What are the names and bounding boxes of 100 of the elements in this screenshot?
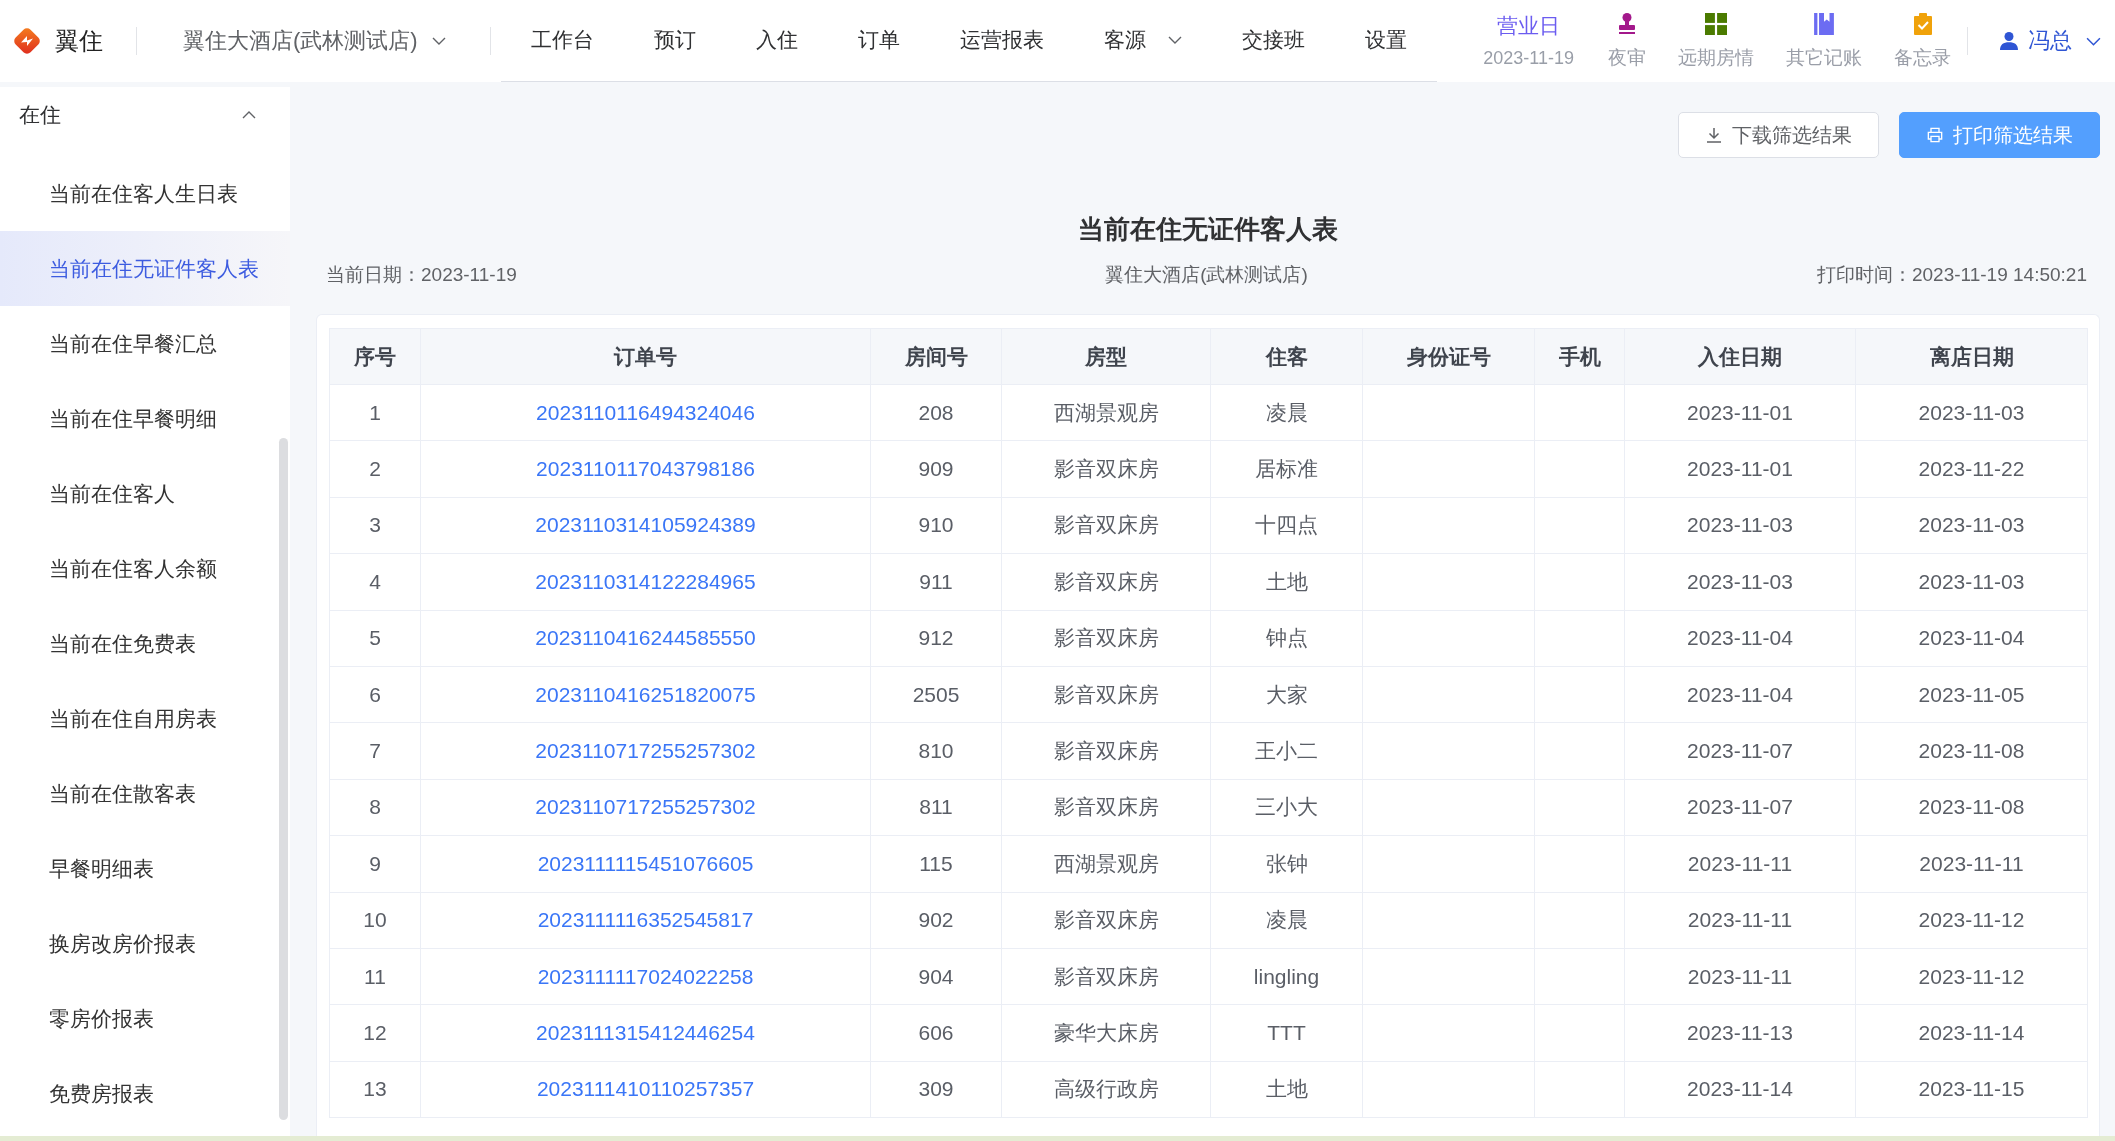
table-cell: 三小大 (1210, 779, 1363, 836)
table-cell: 6 (329, 666, 421, 723)
brand-name: 翼住 (55, 26, 103, 56)
table-cell: 10 (329, 892, 421, 949)
table-cell: 大家 (1210, 666, 1363, 723)
order-link[interactable]: 2023111315412446254 (536, 1021, 755, 1044)
sidebar-item[interactable]: 当前在住散客表 (0, 756, 290, 831)
sidebar-item[interactable]: 当前在住客人余额 (0, 531, 290, 606)
table-cell: 张钟 (1210, 835, 1363, 892)
column-header: 离店日期 (1855, 328, 2088, 385)
table-cell: 2023-11-11 (1624, 835, 1856, 892)
nav-item[interactable]: 预订 (623, 0, 726, 81)
table-cell: 西湖景观房 (1001, 384, 1211, 441)
sidebar-item[interactable]: 当前在住免费表 (0, 606, 290, 681)
user-menu[interactable]: 冯总 (2000, 26, 2101, 56)
table-cell: 208 (870, 384, 1002, 441)
table-cell: 1 (329, 384, 421, 441)
table-cell: 2023-11-05 (1855, 666, 2088, 723)
nav-item[interactable]: 运营报表 (929, 0, 1074, 81)
table-cell: 2023-11-11 (1624, 892, 1856, 949)
report-title: 当前在住无证件客人表 (1077, 213, 1339, 246)
sidebar-item[interactable]: 当前在住客人 (0, 456, 290, 531)
sidebar-item[interactable]: 当前在住早餐汇总 (0, 306, 290, 381)
table-cell: 2023-11-03 (1855, 384, 2088, 441)
table-cell: 12 (329, 1004, 421, 1062)
table-cell: 2023-11-08 (1855, 779, 2088, 836)
nav-item[interactable]: 入住 (725, 0, 828, 81)
column-header: 序号 (329, 328, 421, 385)
table-cell: 9 (329, 835, 421, 892)
table-cell: 8 (329, 779, 421, 836)
sidebar-item[interactable]: 当前在住早餐明细 (0, 381, 290, 456)
scrollbar-thumb[interactable] (279, 438, 288, 1120)
table-cell: 影音双床房 (1001, 892, 1211, 949)
download-button[interactable]: 下载筛选结果 (1678, 112, 1879, 158)
table-cell: 凌晨 (1210, 384, 1363, 441)
table-cell: 2023-11-07 (1624, 722, 1856, 780)
table-cell: 居标准 (1210, 440, 1363, 498)
table-cell: 2023-11-15 (1855, 1061, 2088, 1118)
table-cell: 2023-11-01 (1624, 384, 1856, 441)
nav-item[interactable]: 订单 (827, 0, 930, 81)
table-cell: 909 (870, 440, 1002, 498)
nav-item[interactable]: 客源 (1073, 0, 1212, 81)
table-cell: 2023-11-12 (1855, 948, 2088, 1005)
column-header: 入住日期 (1624, 328, 1856, 385)
table-cell: 2023-11-04 (1624, 610, 1856, 667)
printer-icon (1926, 127, 1943, 143)
table-cell: 2023-11-13 (1624, 1004, 1856, 1062)
table-cell: 影音双床房 (1001, 779, 1211, 836)
business-day-date: 2023-11-19 (1483, 46, 1574, 70)
table-cell: 912 (870, 610, 1002, 667)
table-cell: 影音双床房 (1001, 948, 1211, 1005)
sidebar-item[interactable]: 换房改房价报表 (0, 906, 290, 981)
table-cell: 豪华大床房 (1001, 1004, 1211, 1062)
sidebar-item[interactable]: 当前在住自用房表 (0, 681, 290, 756)
column-header: 住客 (1210, 328, 1363, 385)
table-cell: 2023-11-04 (1855, 610, 2088, 667)
table-cell: 王小二 (1210, 722, 1363, 780)
table-cell: 811 (870, 779, 1002, 836)
column-header: 房间号 (870, 328, 1002, 385)
table-cell: 115 (870, 835, 1002, 892)
nav-item[interactable]: 工作台 (500, 0, 624, 81)
table-cell: 2023-11-04 (1624, 666, 1856, 723)
chevron-up-icon (242, 111, 256, 119)
table-cell: 810 (870, 722, 1002, 780)
table-cell: 2023-11-03 (1624, 497, 1856, 554)
table-cell: 影音双床房 (1001, 497, 1211, 554)
table-cell: 2505 (870, 666, 1002, 723)
table-cell: 910 (870, 497, 1002, 554)
nav-item[interactable]: 设置 (1334, 0, 1437, 81)
table-cell: 凌晨 (1210, 892, 1363, 949)
print-time: 打印时间：2023-11-19 14:50:21 (1815, 263, 2087, 287)
sidebar-item[interactable]: 当前在住客人生日表 (0, 156, 290, 231)
chevron-down-icon (431, 37, 446, 45)
table-cell: 影音双床房 (1001, 553, 1211, 611)
table-cell: 11 (329, 948, 421, 1005)
report-date: 当前日期：2023-11-19 (326, 263, 518, 287)
table-cell: 2023-11-03 (1855, 553, 2088, 611)
table-cell: 7 (329, 722, 421, 780)
table-cell: 影音双床房 (1001, 440, 1211, 498)
hotel-dropdown[interactable]: 翼住大酒店(武林测试店) (183, 26, 446, 56)
table-cell: 影音双床房 (1001, 722, 1211, 780)
chevron-down-icon (1167, 35, 1182, 44)
table-cell: 2023-11-11 (1855, 835, 2088, 892)
sidebar-item[interactable]: 当前在住无证件客人表 (0, 231, 290, 306)
table-cell: 2023-11-01 (1624, 440, 1856, 498)
table-cell: 2023-11-12 (1855, 892, 2088, 949)
table-cell: 2023-11-03 (1855, 497, 2088, 554)
table-cell: 2 (329, 440, 421, 498)
sidebar-group-header[interactable]: 在住 (0, 87, 290, 143)
table-cell: 904 (870, 948, 1002, 1005)
sidebar-item[interactable]: 早餐明细表 (0, 831, 290, 906)
nav-item[interactable]: 交接班 (1211, 0, 1335, 81)
table-cell: 土地 (1210, 553, 1363, 611)
table-cell: 13 (329, 1061, 421, 1118)
sidebar-item[interactable]: 免费房报表 (0, 1056, 290, 1131)
sidebar-item[interactable]: 零房价报表 (0, 981, 290, 1056)
download-icon (1705, 127, 1722, 143)
report-hotel: 翼住大酒店(武林测试店) (1105, 263, 1308, 287)
table-cell: 3 (329, 497, 421, 554)
table-cell: lingling (1210, 948, 1363, 1005)
